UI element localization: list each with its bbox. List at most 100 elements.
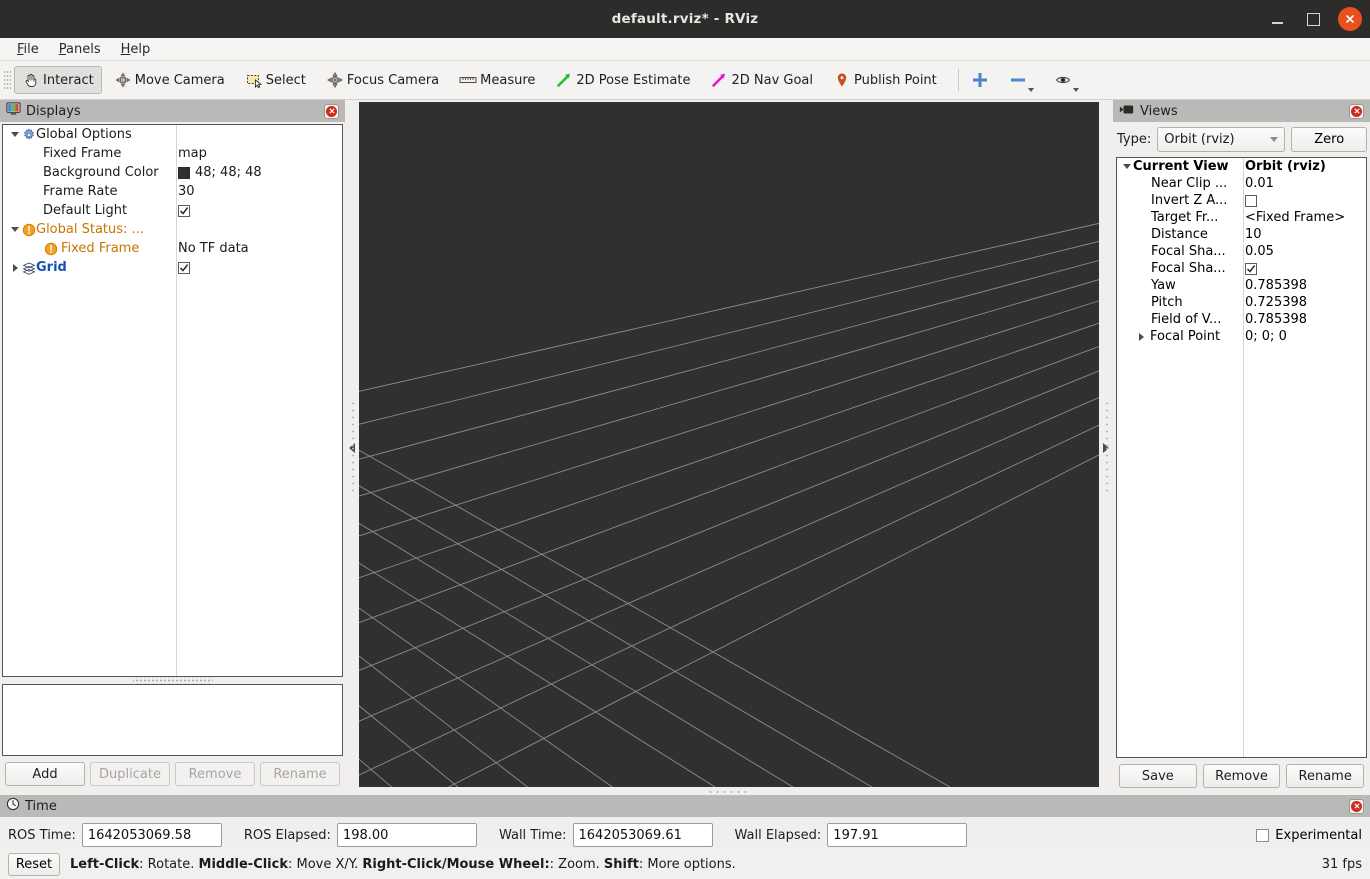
table-row[interactable]: Yaw 0.785398 [1117,277,1366,294]
tool-bar: Interact Move Camera [0,61,1370,100]
property-label: Field of V... [1151,312,1221,327]
tool-2d-pose-estimate-button[interactable]: 2D Pose Estimate [547,66,698,94]
property-value[interactable]: 0.05 [1245,244,1274,259]
table-row[interactable]: Focal Sha... [1117,260,1366,277]
checkbox-unchecked[interactable] [1256,829,1269,842]
table-row[interactable]: Fixed Frame No TF data [3,239,342,258]
close-icon [1344,13,1356,25]
views-property-tree[interactable]: Current View Orbit (rviz) Near Clip ... … [1116,157,1367,758]
minimize-button[interactable] [1266,8,1288,30]
property-value-checkbox[interactable] [178,205,190,217]
hint-left-click: Left-Click [70,857,139,872]
checkbox-checked[interactable] [178,262,190,274]
property-value[interactable]: 0.785398 [1245,312,1307,327]
property-value-color[interactable]: 48; 48; 48 [178,165,262,180]
property-value[interactable]: <Fixed Frame> [1245,210,1345,225]
close-button[interactable] [1338,7,1362,31]
save-view-button[interactable]: Save [1119,764,1197,788]
table-row[interactable]: Field of V... 0.785398 [1117,311,1366,328]
checkbox-unchecked[interactable] [1245,195,1257,207]
table-row[interactable]: Default Light [3,201,342,220]
time-fields-row: ROS Time: 1642053069.58 ROS Elapsed: 198… [8,821,1362,849]
views-panel-title-bar: Views [1113,100,1370,122]
table-row[interactable]: Focal Point 0; 0; 0 [1117,328,1366,345]
table-row[interactable]: Focal Sha... 0.05 [1117,243,1366,260]
displays-close-button[interactable] [324,104,339,119]
property-value[interactable]: 0.785398 [1245,278,1307,293]
wall-elapsed-input[interactable]: 197.91 [827,823,967,847]
rename-view-button[interactable]: Rename [1286,764,1364,788]
tool-2d-nav-goal-button[interactable]: 2D Nav Goal [702,66,821,94]
checkbox-checked[interactable] [178,205,190,217]
hand-cursor-icon [22,71,40,89]
table-row[interactable]: Distance 10 [1117,226,1366,243]
menu-help[interactable]: Help [112,40,160,59]
render-view-splitter-grip[interactable] [359,787,1099,795]
left-splitter[interactable] [345,100,359,795]
property-value-checkbox[interactable] [1245,263,1257,275]
hint-right-click-rest: : Zoom. [550,857,604,872]
rename-display-button[interactable]: Rename [260,762,340,786]
wall-time-input[interactable]: 1642053069.61 [573,823,713,847]
tool-publish-point-button[interactable]: Publish Point [825,66,945,94]
table-row[interactable]: Grid [3,258,342,277]
tool-properties-button[interactable] [1051,66,1082,94]
collapse-twisty-icon[interactable] [9,262,21,274]
duplicate-display-button[interactable]: Duplicate [90,762,170,786]
property-value[interactable]: map [178,146,207,161]
property-value-checkbox[interactable] [178,262,190,274]
menu-panels[interactable]: Panels [50,40,110,59]
add-display-button[interactable]: Add [5,762,85,786]
title-bar: default.rviz* - RViz [0,0,1370,38]
tool-focus-camera-button[interactable]: Focus Camera [318,66,447,94]
tool-move-camera-button[interactable]: Move Camera [106,66,233,94]
displays-property-tree[interactable]: Global Options Fixed Frame map Backgroun… [2,124,343,677]
tool-select-button[interactable]: Select [237,66,314,94]
remove-tool-button[interactable] [1006,66,1037,94]
maximize-button[interactable] [1302,8,1324,30]
property-value[interactable]: 30 [178,184,195,199]
table-row[interactable]: Target Fr... <Fixed Frame> [1117,209,1366,226]
remove-view-button[interactable]: Remove [1203,764,1281,788]
views-close-button[interactable] [1349,104,1364,119]
table-row[interactable]: Background Color 48; 48; 48 [3,163,342,182]
time-close-button[interactable] [1349,799,1364,814]
checkbox-checked[interactable] [1245,263,1257,275]
warning-icon [21,222,36,237]
ros-time-input[interactable]: 1642053069.58 [82,823,222,847]
property-value[interactable]: 0; 0; 0 [1245,329,1287,344]
property-value[interactable]: 10 [1245,227,1262,242]
view-type-select[interactable]: Orbit (rviz) [1157,127,1285,152]
tool-measure-button[interactable]: Measure [451,66,543,94]
expand-twisty-icon[interactable] [1121,161,1133,173]
experimental-toggle[interactable]: Experimental [1256,828,1362,843]
reset-button[interactable]: Reset [8,853,60,876]
3d-render-view[interactable] [359,102,1099,787]
property-label: Focal Sha... [1151,261,1226,276]
property-value[interactable]: 0.01 [1245,176,1274,191]
chevron-down-icon[interactable] [1073,88,1079,92]
add-tool-button[interactable] [968,66,992,94]
expand-twisty-icon[interactable] [9,129,21,141]
table-row[interactable]: Invert Z A... [1117,192,1366,209]
tool-interact-button[interactable]: Interact [14,66,102,94]
table-row[interactable]: Frame Rate 30 [3,182,342,201]
chevron-down-icon[interactable] [1028,88,1034,92]
menu-file[interactable]: File [8,40,48,59]
collapse-twisty-icon[interactable] [1135,331,1147,343]
table-row[interactable]: Global Options [3,125,342,144]
table-row[interactable]: Near Clip ... 0.01 [1117,175,1366,192]
ros-elapsed-input[interactable]: 198.00 [337,823,477,847]
table-row[interactable]: Current View Orbit (rviz) [1117,158,1366,175]
property-value-checkbox[interactable] [1245,195,1257,207]
table-row[interactable]: Pitch 0.725398 [1117,294,1366,311]
displays-splitter-grip[interactable] [133,677,213,684]
right-splitter[interactable] [1099,100,1113,795]
zero-view-button[interactable]: Zero [1291,127,1367,152]
remove-display-button[interactable]: Remove [175,762,255,786]
table-row[interactable]: Global Status: ... [3,220,342,239]
table-row[interactable]: Fixed Frame map [3,144,342,163]
expand-twisty-icon[interactable] [9,224,21,236]
toolbar-drag-grip[interactable] [4,69,11,91]
property-value[interactable]: 0.725398 [1245,295,1307,310]
